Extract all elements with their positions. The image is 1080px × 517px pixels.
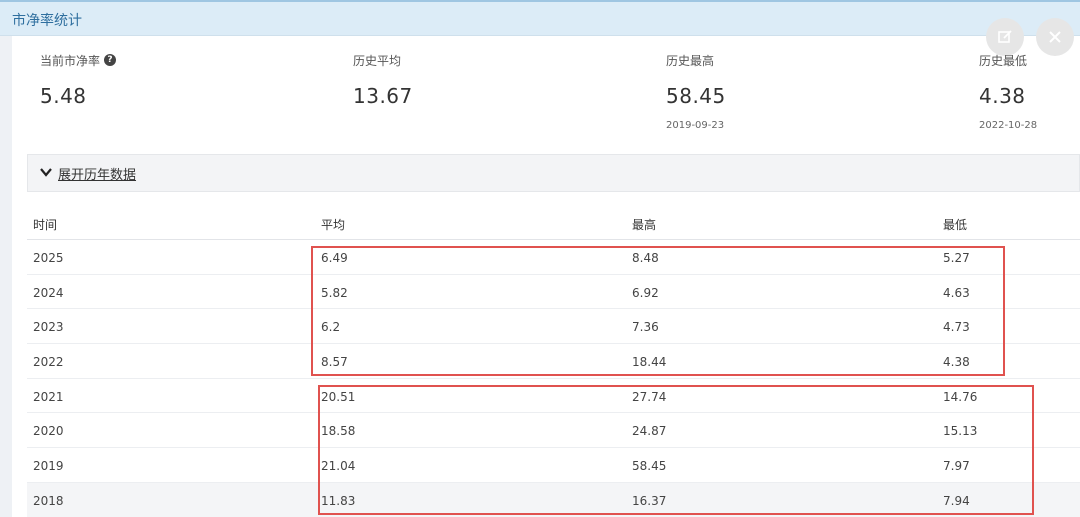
cell-lowest: 7.97 [943,459,970,474]
header-average: 平均 [321,218,346,232]
cell-year: 2021 [33,389,64,404]
cell-year: 2023 [33,320,64,335]
stat-lowest: 历史最低 4.38 2022-10-28 [979,52,1038,132]
window-title: 市净率统计 [12,13,82,29]
cell-lowest: 4.63 [943,285,970,300]
stat-lowest-value: 4.38 [979,84,1026,108]
stat-lowest-date: 2022-10-28 [979,120,1038,131]
stat-highest-value: 58.45 [666,84,726,108]
cell-lowest: 14.76 [943,389,978,404]
cell-average: 20.51 [321,389,356,404]
stat-average-value: 13.67 [353,84,413,108]
window-titlebar: 市净率统计 [0,0,1080,36]
cell-year: 2024 [33,285,64,300]
cell-highest: 18.44 [632,355,667,370]
stat-current-label: 当前市净率 [40,53,101,68]
table-row: 2021 20.51 27.74 14.76 [27,379,1080,414]
header-year: 时间 [33,218,58,232]
cell-lowest: 7.94 [943,493,970,508]
cell-highest: 58.45 [632,459,667,474]
cell-highest: 7.36 [632,320,659,335]
expand-history-label: 展开历年数据 [58,167,137,183]
cell-average: 8.57 [321,355,348,370]
pb-statistics-panel: 当前市净率 ? 5.48 历史平均 13.67 历史最高 58.45 2019-… [12,18,1080,517]
cell-lowest: 5.27 [943,251,970,265]
stat-highest: 历史最高 58.45 2019-09-23 [666,52,726,132]
cell-highest: 6.92 [632,285,659,300]
cell-average: 21.04 [321,459,356,474]
cell-highest: 24.87 [632,424,667,439]
cell-average: 6.2 [321,320,341,335]
table-row: 2022 8.57 18.44 4.38 [27,344,1080,379]
cell-average: 18.58 [321,424,356,439]
stat-highest-label: 历史最高 [666,53,715,68]
stat-current: 当前市净率 ? 5.48 [40,52,117,108]
header-highest: 最高 [632,218,657,232]
chevron-down-icon [40,166,52,180]
cell-highest: 16.37 [632,493,667,508]
stat-current-value: 5.48 [40,84,87,108]
history-table: 时间 平均 最高 最低 2025 6.49 8.48 5.27 2024 5.8… [27,204,1080,517]
stat-highest-date: 2019-09-23 [666,120,725,131]
stat-lowest-label: 历史最低 [979,53,1028,68]
table-header: 时间 平均 最高 最低 [27,204,1080,240]
cell-year: 2025 [33,251,64,265]
summary-stats: 当前市净率 ? 5.48 历史平均 13.67 历史最高 58.45 2019-… [12,36,1080,154]
table-row: 2023 6.2 7.36 4.73 [27,309,1080,345]
stat-average-label: 历史平均 [353,53,402,68]
cell-year: 2022 [33,355,64,370]
cell-year: 2018 [33,493,64,508]
table-row: 2025 6.49 8.48 5.27 [27,240,1080,275]
cell-highest: 27.74 [632,389,667,404]
cell-year: 2019 [33,459,64,474]
stat-average: 历史平均 13.67 [353,52,413,109]
cell-average: 5.82 [321,285,348,300]
table-row: 2024 5.82 6.92 4.63 [27,275,1080,310]
cell-average: 6.49 [321,251,348,265]
table-row: 2019 21.04 58.45 7.97 [27,448,1080,483]
cell-highest: 8.48 [632,251,659,265]
table-row: 2020 18.58 24.87 15.13 [27,413,1080,449]
question-circle-icon[interactable]: ? [104,54,117,66]
cell-lowest: 4.38 [943,355,970,370]
expand-history-toggle[interactable]: 展开历年数据 [27,154,1080,192]
cell-lowest: 15.13 [943,424,978,439]
header-lowest: 最低 [943,218,968,232]
cell-average: 11.83 [321,493,356,508]
cell-lowest: 4.73 [943,320,970,335]
table-row: 2018 11.83 16.37 7.94 [27,482,1080,517]
cell-year: 2020 [33,424,64,439]
